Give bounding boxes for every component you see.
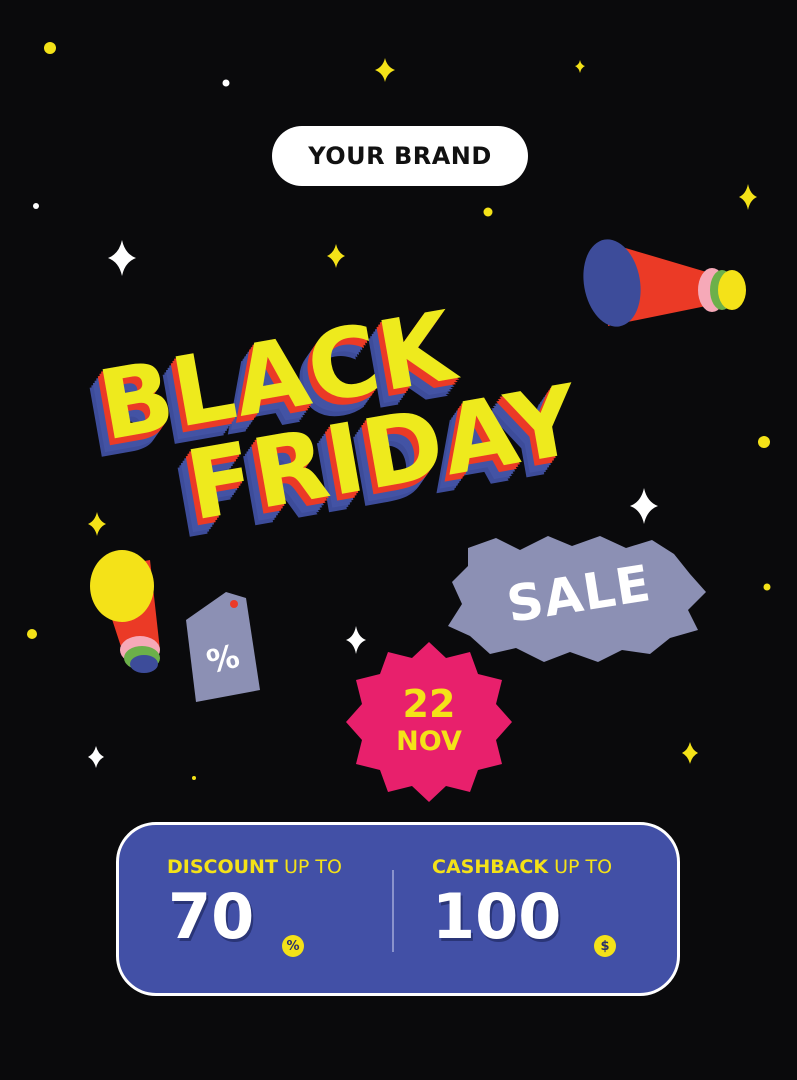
date-day: 22	[402, 682, 456, 726]
discount-label-bold: DISCOUNT	[167, 856, 278, 878]
cashback-label-rest: UP TO	[548, 856, 613, 878]
cashback-unit: $	[594, 935, 616, 957]
discount-value: 70	[168, 880, 255, 953]
discount-unit: %	[282, 935, 304, 957]
discount-label-rest: UP TO	[277, 856, 342, 878]
offer-divider	[392, 870, 394, 952]
cashback-value: 100	[432, 880, 562, 953]
brand-pill: YOUR BRAND	[272, 126, 528, 186]
discount-label: DISCOUNT UP TO	[167, 856, 342, 878]
date-month: NOV	[396, 726, 462, 757]
poster: YOUR BRAND BLACK FRIDAY SALE % 22 NOV DI…	[0, 0, 797, 1080]
megaphone-icon	[583, 239, 746, 327]
cashback-label-bold: CASHBACK	[432, 856, 549, 878]
megaphone-icon	[90, 550, 160, 673]
cashback-label: CASHBACK UP TO	[432, 856, 612, 878]
